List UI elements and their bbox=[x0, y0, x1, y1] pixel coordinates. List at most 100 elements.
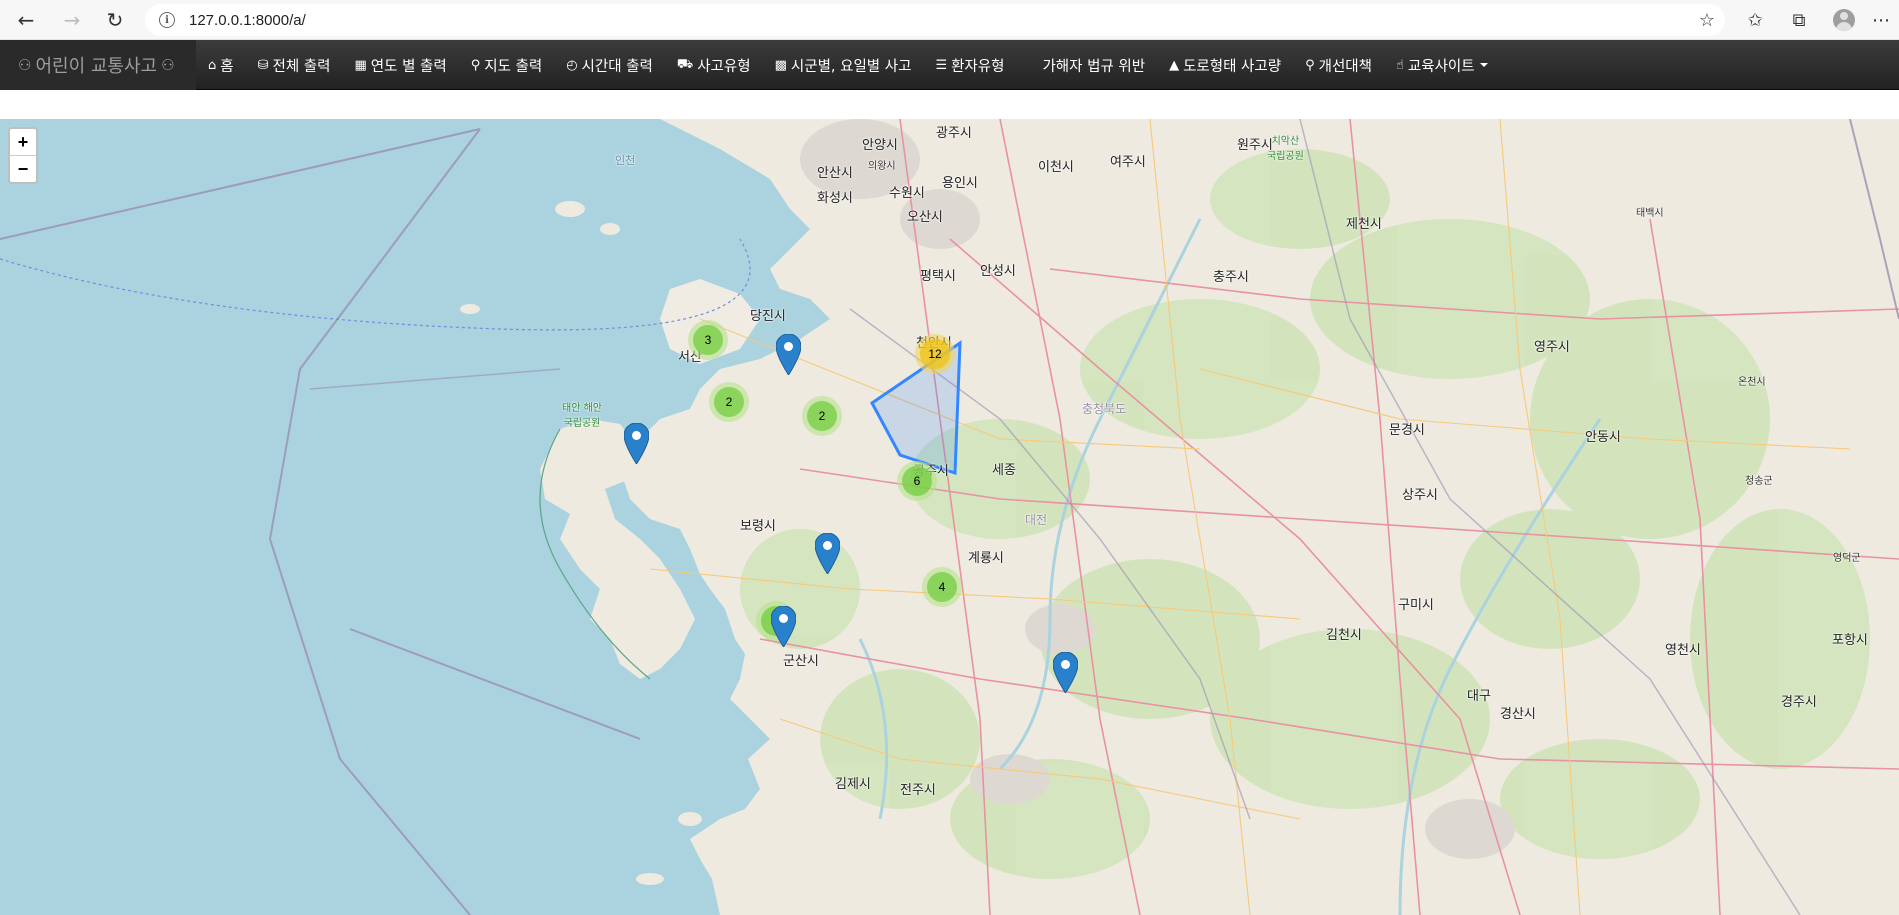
place-label: 영천시 bbox=[1665, 643, 1701, 658]
child-icon: ⚇ bbox=[18, 56, 32, 74]
place-label: 안성시 bbox=[980, 264, 1016, 279]
place-label: 영주시 bbox=[1534, 340, 1570, 355]
navbar-brand[interactable]: ⚇ 어린이 교통사고 ⚇ bbox=[0, 40, 196, 90]
clipboard-icon: ☰ bbox=[935, 57, 948, 73]
nav-accident-type-label: 사고유형 bbox=[697, 58, 751, 75]
nav-time-output[interactable]: ◴ 시간대 출력 bbox=[554, 40, 665, 90]
map-marker-icon: ⚲ bbox=[470, 57, 481, 73]
calendar-icon: ▦ bbox=[354, 57, 367, 73]
map-marker-icon[interactable] bbox=[624, 423, 649, 464]
nav-accident-type[interactable]: ⛟ 사고유형 bbox=[665, 40, 763, 90]
place-label: 평택시 bbox=[920, 269, 956, 284]
place-label: 인천 bbox=[615, 154, 636, 167]
place-label: 영덕군 bbox=[1833, 553, 1861, 564]
forward-icon[interactable]: → bbox=[58, 6, 86, 34]
site-info-icon[interactable]: i bbox=[159, 12, 175, 28]
zoom-in-button[interactable]: + bbox=[10, 129, 36, 156]
nav-improvement[interactable]: ⚲ 개선대책 bbox=[1293, 40, 1384, 90]
map-marker-icon[interactable] bbox=[776, 334, 801, 375]
map-marker-icon[interactable] bbox=[1053, 652, 1078, 693]
place-label: 당진시 bbox=[750, 309, 786, 324]
favorites-icon[interactable]: ✩ bbox=[1741, 6, 1769, 34]
nav-violation[interactable]: 가해자 법규 위반 bbox=[1030, 40, 1157, 90]
place-label: 이천시 bbox=[1038, 160, 1074, 175]
place-label: 용인시 bbox=[942, 176, 978, 191]
zoom-control: + − bbox=[8, 127, 38, 184]
nav-map-output[interactable]: ⚲ 지도 출력 bbox=[459, 40, 555, 90]
nav-city-weekday[interactable]: ▩ 시군별, 요일별 사고 bbox=[763, 40, 924, 90]
nav-all-output-label: 전체 출력 bbox=[272, 58, 331, 75]
marker-cluster[interactable]: 2 bbox=[709, 382, 749, 422]
navbar-menu: ⌂ 홈 ⛁ 전체 출력 ▦ 연도 별 출력 ⚲ 지도 출력 ◴ 시간대 출력 ⛟… bbox=[196, 40, 1500, 90]
place-label: 온천시 bbox=[1738, 377, 1766, 388]
cluster-count: 4 bbox=[927, 572, 957, 602]
browser-toolbar: ← → ↻ i 127.0.0.1:8000/a/ ☆ ✩ ⧉ ⋯ bbox=[0, 0, 1899, 40]
back-icon[interactable]: ← bbox=[12, 6, 40, 34]
zoom-out-button[interactable]: − bbox=[10, 156, 36, 182]
marker-cluster[interactable]: 3 bbox=[688, 320, 728, 360]
place-label: 대전 bbox=[1025, 513, 1048, 527]
nav-education-dropdown[interactable]: ☝ 교육사이트 bbox=[1384, 40, 1500, 90]
ferry-route bbox=[0, 238, 751, 331]
place-label: 구미시 bbox=[1398, 598, 1434, 613]
map-marker-icon[interactable] bbox=[771, 606, 796, 647]
add-favorite-icon[interactable]: ☆ bbox=[1693, 6, 1721, 34]
place-label: 안산시 bbox=[817, 166, 853, 181]
place-label: 제천시 bbox=[1346, 217, 1382, 232]
place-label: 군산시 bbox=[783, 654, 819, 669]
place-label: 대구 bbox=[1467, 689, 1491, 704]
nav-patient-type[interactable]: ☰ 환자유형 bbox=[923, 40, 1016, 90]
marker-cluster[interactable]: 6 bbox=[897, 461, 937, 501]
clock-icon: ◴ bbox=[566, 57, 578, 73]
child-icon: ⚇ bbox=[161, 56, 175, 74]
nav-violation-label: 가해자 법규 위반 bbox=[1042, 58, 1146, 75]
nav-city-weekday-label: 시군별, 요일별 사고 bbox=[790, 58, 912, 75]
car-icon: ⛟ bbox=[676, 56, 694, 72]
nav-improvement-label: 개선대책 bbox=[1318, 58, 1372, 75]
place-label: 화성시 bbox=[817, 191, 853, 206]
place-label: 안양시 bbox=[862, 138, 898, 153]
site-navbar: ⚇ 어린이 교통사고 ⚇ ⌂ 홈 ⛁ 전체 출력 ▦ 연도 별 출력 ⚲ 지도 … bbox=[0, 40, 1899, 90]
marker-cluster[interactable]: 2 bbox=[802, 396, 842, 436]
cluster-count: 6 bbox=[902, 466, 932, 496]
place-label: 김제시 bbox=[835, 777, 871, 792]
park-label: 치악산 국립공원 bbox=[1267, 136, 1304, 162]
place-label: 광주시 bbox=[936, 126, 972, 141]
map-container[interactable]: 인천 광주시 안양시 의왕시 안산시 수원시 용인시 화성시 오산시 평택시 안… bbox=[0, 119, 1899, 915]
nav-home[interactable]: ⌂ 홈 bbox=[196, 40, 246, 90]
place-label: 수원시 bbox=[889, 186, 925, 201]
place-label: 청송군 bbox=[1745, 476, 1773, 487]
nav-home-label: 홈 bbox=[220, 58, 234, 75]
reload-icon[interactable]: ↻ bbox=[101, 6, 129, 34]
place-label: 오산시 bbox=[907, 210, 943, 225]
nav-all-output[interactable]: ⛁ 전체 출력 bbox=[246, 40, 343, 90]
address-bar[interactable]: i 127.0.0.1:8000/a/ bbox=[145, 4, 1725, 36]
nav-road-type[interactable]: ▲ 도로형태 사고량 bbox=[1157, 40, 1293, 90]
place-label: 세종 bbox=[992, 463, 1016, 478]
nav-education-label: 교육사이트 bbox=[1407, 58, 1475, 75]
cluster-count: 2 bbox=[807, 401, 837, 431]
place-label: 문경시 bbox=[1389, 423, 1425, 438]
map-tiles bbox=[0, 119, 1899, 915]
nav-map-output-label: 지도 출력 bbox=[484, 58, 543, 75]
nav-yearly-output-label: 연도 별 출력 bbox=[370, 58, 447, 75]
nav-patient-type-label: 환자유형 bbox=[951, 58, 1005, 75]
collections-icon[interactable]: ⧉ bbox=[1785, 6, 1813, 34]
nav-time-output-label: 시간대 출력 bbox=[581, 58, 653, 75]
map-marker-icon[interactable] bbox=[815, 533, 840, 574]
marker-cluster[interactable]: 4 bbox=[922, 567, 962, 607]
place-label: 여주시 bbox=[1110, 155, 1146, 170]
place-label: 충청북도 bbox=[1082, 402, 1127, 416]
place-label: 계룡시 bbox=[968, 551, 1004, 566]
place-label: 안동시 bbox=[1585, 430, 1621, 445]
place-label: 보령시 bbox=[740, 519, 776, 534]
more-options-icon[interactable]: ⋯ bbox=[1867, 6, 1895, 34]
place-label: 의왕시 bbox=[868, 161, 896, 172]
place-label: 충주시 bbox=[1213, 270, 1249, 285]
marker-cluster[interactable]: 12 bbox=[915, 334, 955, 374]
nav-yearly-output[interactable]: ▦ 연도 별 출력 bbox=[342, 40, 458, 90]
url-text: 127.0.0.1:8000/a/ bbox=[189, 11, 306, 29]
profile-avatar[interactable] bbox=[1833, 9, 1855, 31]
cluster-count: 2 bbox=[714, 387, 744, 417]
place-label: 상주시 bbox=[1402, 488, 1438, 503]
